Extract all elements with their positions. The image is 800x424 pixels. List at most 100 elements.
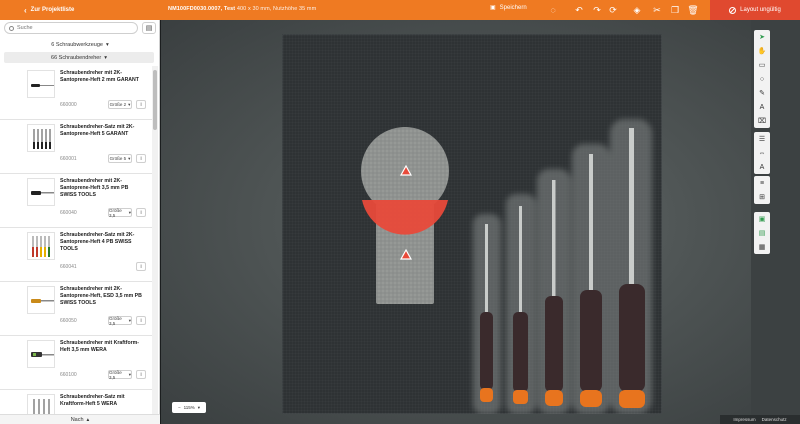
size-select[interactable]: Größe 3,5 ▾: [108, 370, 132, 380]
size-select[interactable]: Größe 2 ▾: [108, 100, 132, 109]
product-number: 660050: [60, 318, 77, 324]
product-sidebar: ▤ 6 Schraubwerkzeuge ▾ 66 Schraubendrehe…: [0, 20, 160, 424]
layers-icon[interactable]: ◈: [630, 3, 644, 17]
rectangle-tool-icon[interactable]: ▭: [754, 58, 770, 72]
category-filter[interactable]: 66 Schraubendreher ▾: [4, 52, 154, 63]
back-to-projects-link[interactable]: ‹ Zur Projektliste: [0, 0, 160, 20]
preview-icon[interactable]: ▤: [754, 226, 770, 240]
layout-invalid-status[interactable]: Layout ungültig: [710, 0, 800, 20]
app-window: ‹ Zur Projektliste NM100FD0030.0007, Tes…: [0, 0, 800, 424]
undo-icon[interactable]: ↶: [572, 3, 586, 17]
chevron-down-icon: ▾: [105, 41, 109, 48]
align-icon[interactable]: ☰: [754, 132, 770, 146]
tool-palette: ➤ ✋ ▭ ○ ✎ A ⌧ ☰ ⇔ A ≡ ⊞ ▣ ▤ ▦: [751, 20, 800, 424]
zoom-control[interactable]: − 115% ▾: [172, 402, 206, 413]
info-icon: i: [140, 317, 142, 324]
list-item[interactable]: Schraubendreher-Satz mit 2K-Santoprene-H…: [0, 228, 152, 282]
text-tool-icon[interactable]: A: [754, 100, 770, 114]
book-icon: ▤: [145, 25, 153, 32]
tool-group-filter[interactable]: 6 Schraubwerkzeuge ▾: [0, 39, 160, 50]
info-button[interactable]: i: [136, 262, 146, 271]
product-thumbnail: [27, 178, 55, 206]
insert-drawing: [361, 119, 652, 414]
project-title: NM100FD0030.0007, Test 400 x 30 mm, Nutz…: [168, 6, 316, 12]
product-name: Schraubendreher mit Kraftform-Heft 3,5 m…: [60, 340, 139, 353]
grip-tool-icon[interactable]: ✋: [754, 44, 770, 58]
search-icon: [9, 25, 14, 31]
catalog-button[interactable]: ▤: [142, 22, 156, 34]
category-label: 66 Schraubendreher: [51, 54, 102, 61]
view-tools: ≡ ⊞: [754, 176, 770, 204]
delete-shape-icon[interactable]: ⌧: [754, 114, 770, 128]
comment-icon[interactable]: ◌: [546, 3, 560, 17]
list-item[interactable]: Schraubendreher mit 2K-Santoprene-Heft 2…: [0, 66, 152, 120]
search-input[interactable]: [17, 25, 117, 31]
foam-insert[interactable]: [282, 34, 662, 414]
redo-icon[interactable]: ↷: [590, 3, 604, 17]
back-label: Zur Projektliste: [30, 7, 75, 13]
project-dimensions: 400 x 30 mm, Nutzhöhe 35 mm: [236, 6, 317, 12]
imprint-link[interactable]: Impressum: [733, 417, 755, 422]
size-select[interactable]: Größe 5 ▾: [108, 154, 132, 163]
sort-tab[interactable]: Nach ▴: [0, 414, 160, 424]
product-number: 660041: [60, 264, 77, 270]
prohibited-icon: [729, 6, 737, 14]
table-view-icon[interactable]: ▦: [754, 240, 770, 254]
product-number: 660000: [60, 102, 77, 108]
save-button[interactable]: ▣ Speichern: [490, 4, 527, 12]
grip-cutout[interactable]: [361, 127, 449, 304]
chevron-down-icon: ▾: [128, 371, 131, 377]
drawing-tools: ➤ ✋ ▭ ○ ✎ A ⌧: [754, 30, 770, 128]
size-select[interactable]: Größe 3,5 ▾: [108, 207, 132, 218]
select-tool-icon[interactable]: ➤: [754, 30, 770, 44]
info-button[interactable]: i: [136, 100, 146, 109]
sidebar-scrollbar[interactable]: [152, 66, 158, 424]
info-icon: i: [140, 371, 142, 378]
info-icon: i: [140, 209, 142, 216]
product-name: Schraubendreher-Satz mit 2K-Santoprene-H…: [60, 232, 135, 252]
copy-icon[interactable]: ❐: [668, 3, 682, 17]
image-view-icon[interactable]: ▣: [754, 212, 770, 226]
product-thumbnail: [27, 70, 55, 98]
footer-links: Impressum Datenschutz: [720, 415, 800, 424]
privacy-link[interactable]: Datenschutz: [762, 417, 787, 422]
info-button[interactable]: i: [136, 208, 146, 217]
list-item[interactable]: Schraubendreher mit 2K-Santoprene-Heft 3…: [0, 174, 152, 228]
list-view-icon[interactable]: ≡: [754, 176, 770, 190]
size-value: Größe 3,5: [109, 315, 122, 326]
product-number: 660100: [60, 372, 77, 378]
zoom-level: 115%: [183, 405, 195, 410]
zoom-out-icon[interactable]: −: [178, 405, 181, 410]
info-button[interactable]: i: [136, 316, 146, 325]
list-item[interactable]: Schraubendreher mit Kraftform-Heft 3,5 m…: [0, 336, 152, 390]
chevron-down-icon: ▾: [128, 101, 131, 107]
list-item[interactable]: Schraubendreher mit 2K-Santoprene-Heft, …: [0, 282, 152, 336]
product-thumbnail: [27, 340, 55, 368]
list-item[interactable]: Schraubendreher-Satz mit 2K-Santoprene-H…: [0, 120, 152, 174]
pen-tool-icon[interactable]: ✎: [754, 86, 770, 100]
search-field[interactable]: [4, 22, 138, 34]
product-name: Schraubendreher mit 2K-Santoprene-Heft 3…: [60, 178, 129, 198]
info-button[interactable]: i: [136, 154, 146, 163]
product-name: Schraubendreher mit 2K-Santoprene-Heft, …: [60, 286, 142, 306]
size-value: Größe 5: [109, 156, 127, 161]
delete-icon[interactable]: 🗑: [686, 3, 700, 17]
design-canvas[interactable]: [161, 20, 751, 424]
chevron-down-icon: ▾: [104, 54, 107, 61]
cut-icon[interactable]: ✂: [650, 3, 664, 17]
label-icon[interactable]: A: [754, 160, 770, 174]
size-select[interactable]: Größe 3,5 ▾: [108, 315, 132, 326]
chevron-left-icon: ‹: [24, 5, 27, 15]
layout-status-label: Layout ungültig: [740, 7, 781, 13]
top-bar: ‹ Zur Projektliste NM100FD0030.0007, Tes…: [0, 0, 800, 20]
refresh-icon[interactable]: ⟳: [606, 3, 620, 17]
size-value: Größe 3,5: [109, 207, 122, 218]
grid-view-icon[interactable]: ⊞: [754, 190, 770, 204]
product-name: Schraubendreher-Satz mit 2K-Santoprene-H…: [60, 124, 135, 137]
scrollbar-thumb[interactable]: [153, 70, 157, 130]
info-icon: i: [140, 155, 142, 162]
distribute-icon[interactable]: ⇔: [754, 146, 770, 160]
chevron-down-icon: ▾: [128, 209, 131, 215]
circle-tool-icon[interactable]: ○: [754, 72, 770, 86]
info-button[interactable]: i: [136, 370, 146, 379]
